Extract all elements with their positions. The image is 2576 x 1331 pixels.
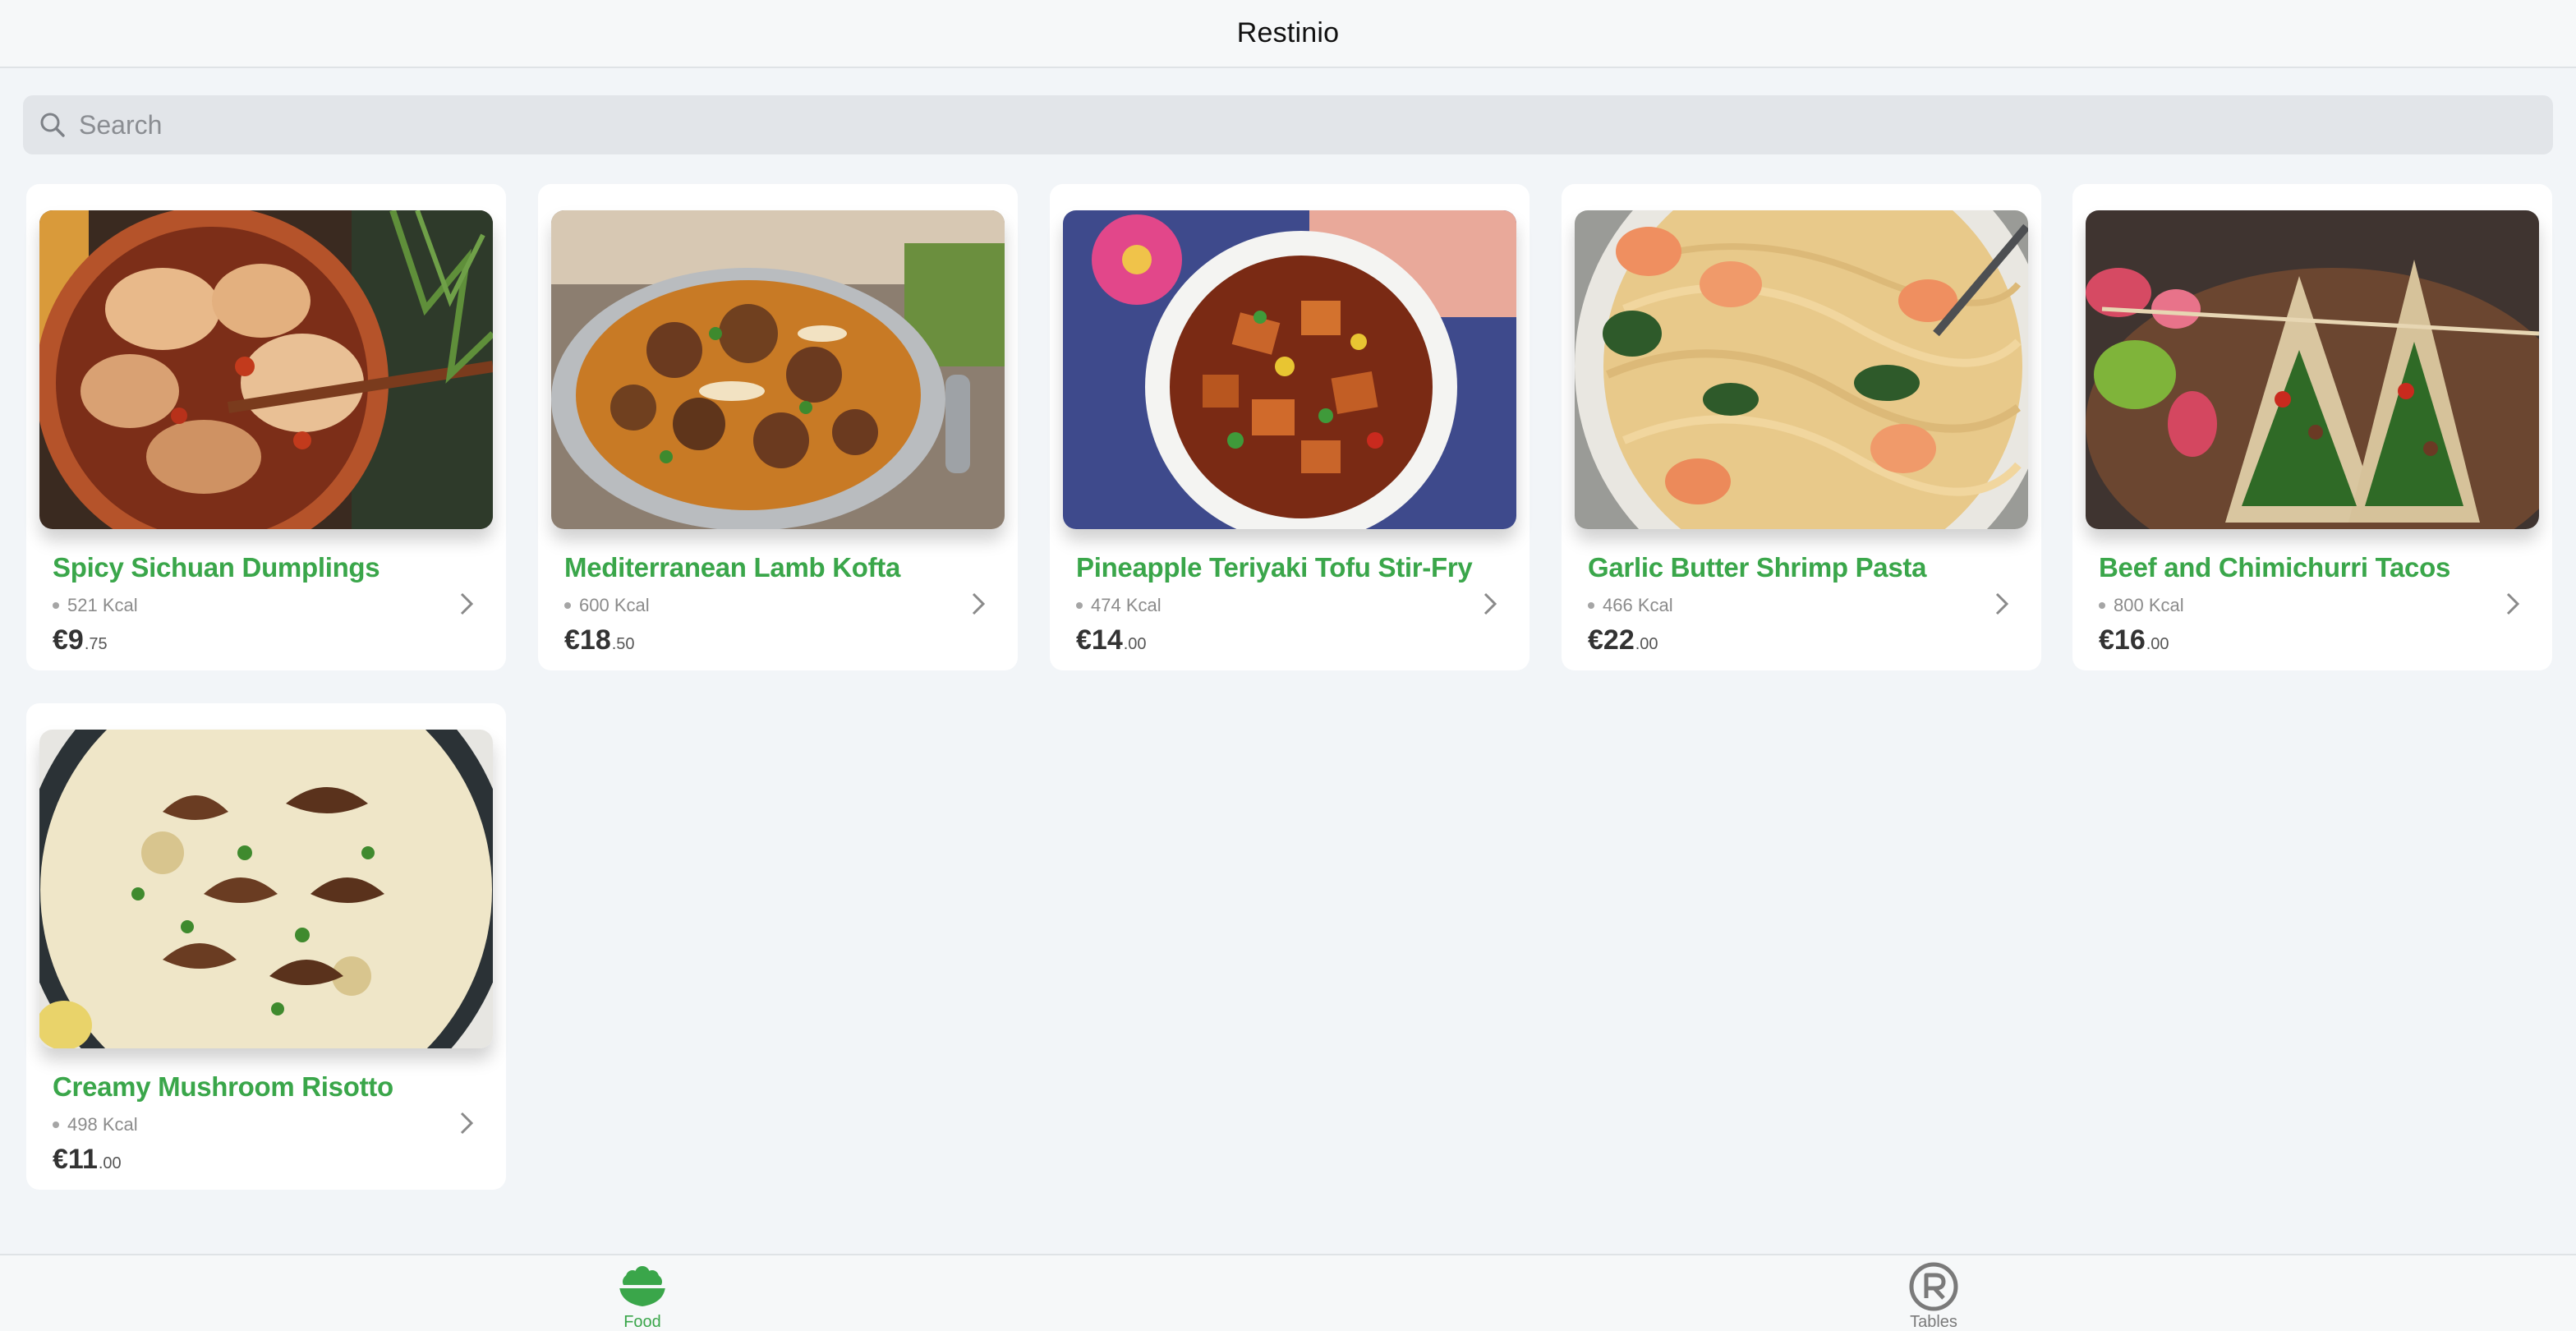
tab-label: Food <box>623 1313 661 1331</box>
dumplings-photo <box>39 210 493 529</box>
kofta-photo <box>551 210 1005 529</box>
menu-item-card[interactable]: Mediterranean Lamb Kofta 600 Kcal €18 .5… <box>538 184 1018 670</box>
menu-item-name: Pineapple Teriyaki Tofu Stir-Fry <box>1076 552 1473 583</box>
menu-item-name: Mediterranean Lamb Kofta <box>564 552 901 583</box>
menu-item-kcal: 466 Kcal <box>1588 595 1673 616</box>
chevron-right-icon[interactable] <box>970 592 987 616</box>
risotto-photo <box>39 730 493 1048</box>
bullet-dot-icon <box>564 602 571 609</box>
tacos-photo <box>2086 210 2539 529</box>
price-main: €22 <box>1588 624 1635 656</box>
menu-item-price: €14 .00 <box>1076 624 1147 656</box>
chevron-right-icon[interactable] <box>1994 592 2010 616</box>
bottom-tab-bar: Food Tables <box>0 1254 2576 1331</box>
price-cents: .75 <box>84 635 108 653</box>
kcal-value: 600 Kcal <box>579 595 650 615</box>
menu-item-card[interactable]: Garlic Butter Shrimp Pasta 466 Kcal €22 … <box>1562 184 2041 670</box>
price-main: €11 <box>53 1144 98 1175</box>
menu-item-name: Creamy Mushroom Risotto <box>53 1071 393 1102</box>
menu-item-card[interactable]: Beef and Chimichurri Tacos 800 Kcal €16 … <box>2072 184 2552 670</box>
tofu-stirfry-photo <box>1063 210 1516 529</box>
price-main: €9 <box>53 624 84 656</box>
price-main: €14 <box>1076 624 1123 656</box>
menu-item-card[interactable]: Creamy Mushroom Risotto 498 Kcal €11 .00 <box>26 703 506 1190</box>
menu-item-price: €22 .00 <box>1588 624 1658 656</box>
tab-label: Tables <box>1910 1313 1957 1331</box>
price-cents: .50 <box>611 635 635 653</box>
tab-tables[interactable]: Tables <box>1868 1255 1999 1331</box>
chevron-right-icon[interactable] <box>2505 592 2521 616</box>
bullet-dot-icon <box>53 602 59 609</box>
bullet-dot-icon <box>1588 602 1594 609</box>
price-cents: .00 <box>2146 635 2169 653</box>
menu-item-kcal: 800 Kcal <box>2099 595 2184 616</box>
shrimp-pasta-photo <box>1575 210 2028 529</box>
menu-item-name: Beef and Chimichurri Tacos <box>2099 552 2451 583</box>
menu-item-price: €18 .50 <box>564 624 635 656</box>
menu-item-name: Spicy Sichuan Dumplings <box>53 552 380 583</box>
kcal-value: 498 Kcal <box>67 1114 138 1135</box>
menu-item-kcal: 474 Kcal <box>1076 595 1162 616</box>
menu-item-kcal: 498 Kcal <box>53 1114 138 1135</box>
price-main: €18 <box>564 624 611 656</box>
menu-item-card[interactable]: Pineapple Teriyaki Tofu Stir-Fry 474 Kca… <box>1050 184 1530 670</box>
chevron-right-icon[interactable] <box>1482 592 1498 616</box>
bullet-dot-icon <box>1076 602 1083 609</box>
menu-item-kcal: 521 Kcal <box>53 595 138 616</box>
kcal-value: 466 Kcal <box>1603 595 1673 615</box>
tab-food[interactable]: Food <box>577 1255 708 1331</box>
price-cents: .00 <box>1635 635 1658 653</box>
menu-item-price: €9 .75 <box>53 624 108 656</box>
menu-item-card[interactable]: Spicy Sichuan Dumplings 521 Kcal €9 .75 <box>26 184 506 670</box>
bullet-dot-icon <box>53 1121 59 1128</box>
food-bowl-icon <box>619 1266 665 1306</box>
app-root: Restinio Search Spicy Sichuan Dumplings … <box>0 0 2576 1331</box>
menu-grid: Spicy Sichuan Dumplings 521 Kcal €9 .75 <box>0 0 2576 1331</box>
registered-r-icon <box>1909 1262 1958 1311</box>
menu-item-name: Garlic Butter Shrimp Pasta <box>1588 552 1927 583</box>
menu-item-kcal: 600 Kcal <box>564 595 650 616</box>
kcal-value: 521 Kcal <box>67 595 138 615</box>
price-cents: .00 <box>98 1154 122 1172</box>
menu-item-price: €11 .00 <box>53 1144 122 1176</box>
kcal-value: 800 Kcal <box>2114 595 2184 615</box>
price-cents: .00 <box>1123 635 1147 653</box>
price-main: €16 <box>2099 624 2146 656</box>
chevron-right-icon[interactable] <box>458 1111 475 1135</box>
chevron-right-icon[interactable] <box>458 592 475 616</box>
menu-item-price: €16 .00 <box>2099 624 2169 656</box>
bullet-dot-icon <box>2099 602 2105 609</box>
kcal-value: 474 Kcal <box>1091 595 1162 615</box>
